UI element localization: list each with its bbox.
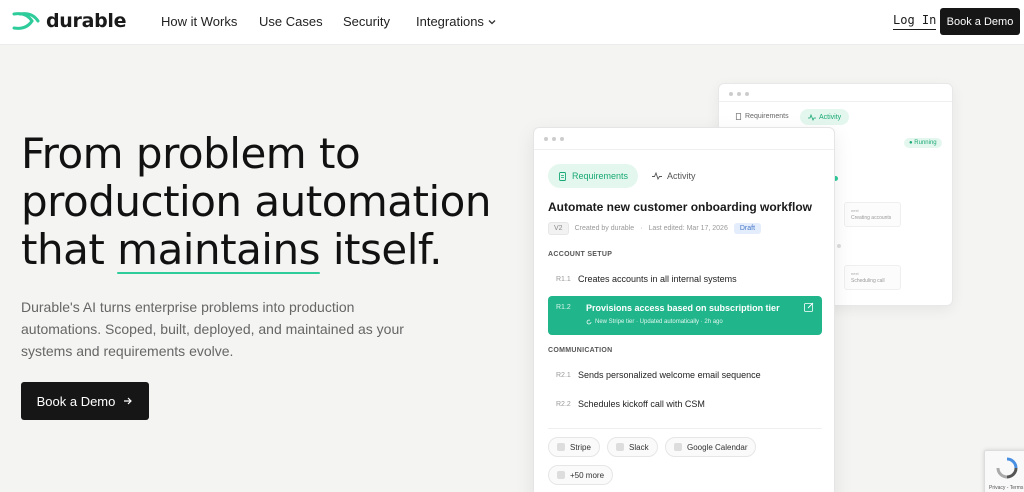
recaptcha-icon: [996, 457, 1018, 479]
hero-title-line3-pre: that: [21, 225, 118, 274]
tab-activity-label: Activity: [667, 171, 696, 181]
activity-icon: [808, 113, 816, 121]
step-small-label: next: [851, 208, 859, 213]
refresh-icon: [586, 319, 592, 325]
step-label: Creating accounts: [851, 215, 892, 221]
card-topbar: [534, 128, 834, 150]
nav-book-demo-button[interactable]: Book a Demo: [940, 8, 1020, 35]
requirement-item-active[interactable]: R1.2 Provisions access based on subscrip…: [548, 296, 822, 335]
chevron-down-icon: [488, 20, 496, 25]
integration-label: Slack: [629, 442, 649, 452]
meta-separator: ·: [640, 225, 643, 232]
window-dots: [544, 137, 564, 141]
integration-label: Google Calendar: [687, 442, 748, 452]
step-label: Scheduling call: [851, 278, 885, 284]
requirement-id: R2.2: [556, 400, 571, 408]
status-badge: Draft: [733, 223, 762, 234]
integration-chip-more[interactable]: +50 more: [548, 465, 614, 485]
running-badge: ● Running: [904, 138, 942, 148]
hero-title-line3-post: itself.: [319, 225, 443, 274]
login-link[interactable]: Log In: [893, 13, 937, 30]
requirement-label: Schedules kickoff call with CSM: [578, 399, 705, 409]
nav-integrations[interactable]: Integrations: [416, 14, 496, 29]
requirement-id: R2.1: [556, 371, 571, 379]
nav-use-cases[interactable]: Use Cases: [259, 14, 323, 29]
step-dot: [837, 244, 841, 248]
window-dots: [729, 92, 749, 96]
section-heading: COMMUNICATION: [548, 347, 613, 354]
created-by: Created by durable: [574, 225, 635, 232]
requirement-id: R1.1: [556, 275, 571, 283]
version-badge: V2: [548, 222, 569, 235]
hero-title: From problem to production automation th…: [21, 130, 521, 274]
google-calendar-icon: [674, 443, 682, 451]
recaptcha-text: Privacy - Terms: [989, 485, 1024, 491]
step-small-label: next: [851, 271, 859, 276]
edit-icon[interactable]: [804, 302, 814, 312]
recaptcha-badge[interactable]: Privacy - Terms: [984, 450, 1024, 492]
integration-chip-slack[interactable]: Slack: [607, 437, 658, 457]
back-tab-requirements-label: Requirements: [745, 113, 789, 120]
hero-book-demo-button[interactable]: Book a Demo: [21, 382, 149, 420]
hero-title-line2: production automation: [21, 177, 492, 226]
logo-text: durable: [46, 10, 127, 32]
card-topbar: [719, 84, 952, 102]
tab-requirements-label: Requirements: [572, 171, 629, 181]
workflow-title: Automate new customer onboarding workflo…: [548, 200, 813, 214]
more-integrations-icon: [557, 471, 565, 479]
back-tab-activity-label: Activity: [819, 113, 842, 121]
nav-how-it-works[interactable]: How it Works: [161, 14, 237, 29]
arrow-right-icon: [124, 397, 133, 405]
document-icon: [559, 171, 566, 181]
tab-requirements[interactable]: Requirements: [548, 164, 639, 188]
requirement-item[interactable]: R1.1 Creates accounts in all internal sy…: [548, 268, 822, 290]
top-nav: durable How it Works Use Cases Security …: [0, 0, 1024, 45]
hero-book-demo-label: Book a Demo: [36, 393, 116, 409]
nav-integrations-label: Integrations: [416, 14, 484, 29]
integration-label: Stripe: [570, 442, 591, 452]
last-edited: Last edited: Mar 17, 2026: [648, 225, 728, 232]
activity-step-box: next Creating accounts: [844, 202, 901, 227]
integration-chip-google-calendar[interactable]: Google Calendar: [665, 437, 757, 457]
activity-step-box: next Scheduling call: [844, 265, 901, 290]
integration-chip-stripe[interactable]: Stripe: [548, 437, 600, 457]
document-icon: [735, 113, 742, 120]
requirement-label: Provisions access based on subscription …: [586, 303, 780, 313]
hero-subtitle: Durable's AI turns enterprise problems i…: [21, 299, 404, 359]
section-heading: ACCOUNT SETUP: [548, 251, 613, 258]
requirement-update-text: New Stripe tier · Updated automatically …: [595, 319, 723, 325]
integration-label: +50 more: [570, 470, 605, 480]
workflow-meta: V2 Created by durable · Last edited: Mar…: [548, 222, 762, 235]
back-tab-requirements[interactable]: Requirements: [735, 113, 789, 120]
divider: [548, 428, 822, 429]
requirement-id: R1.2: [556, 304, 571, 311]
requirements-card: Requirements Activity Automate new custo…: [533, 127, 835, 492]
stripe-icon: [557, 443, 565, 451]
requirement-item[interactable]: R2.1 Sends personalized welcome email se…: [548, 364, 822, 386]
tab-activity[interactable]: Activity: [652, 164, 696, 188]
logo[interactable]: durable: [12, 10, 127, 32]
hero-title-line1: From problem to: [21, 129, 361, 178]
durable-logo-icon: [12, 12, 40, 30]
activity-icon: [652, 172, 662, 180]
nav-security[interactable]: Security: [343, 14, 390, 29]
requirement-item[interactable]: R2.2 Schedules kickoff call with CSM: [548, 393, 822, 415]
requirement-label: Sends personalized welcome email sequenc…: [578, 370, 761, 380]
hero-title-highlight: maintains: [117, 225, 320, 274]
requirement-update-note: New Stripe tier · Updated automatically …: [586, 319, 723, 325]
slack-icon: [616, 443, 624, 451]
back-tab-activity[interactable]: Activity: [800, 109, 850, 125]
requirement-label: Creates accounts in all internal systems: [578, 274, 737, 284]
